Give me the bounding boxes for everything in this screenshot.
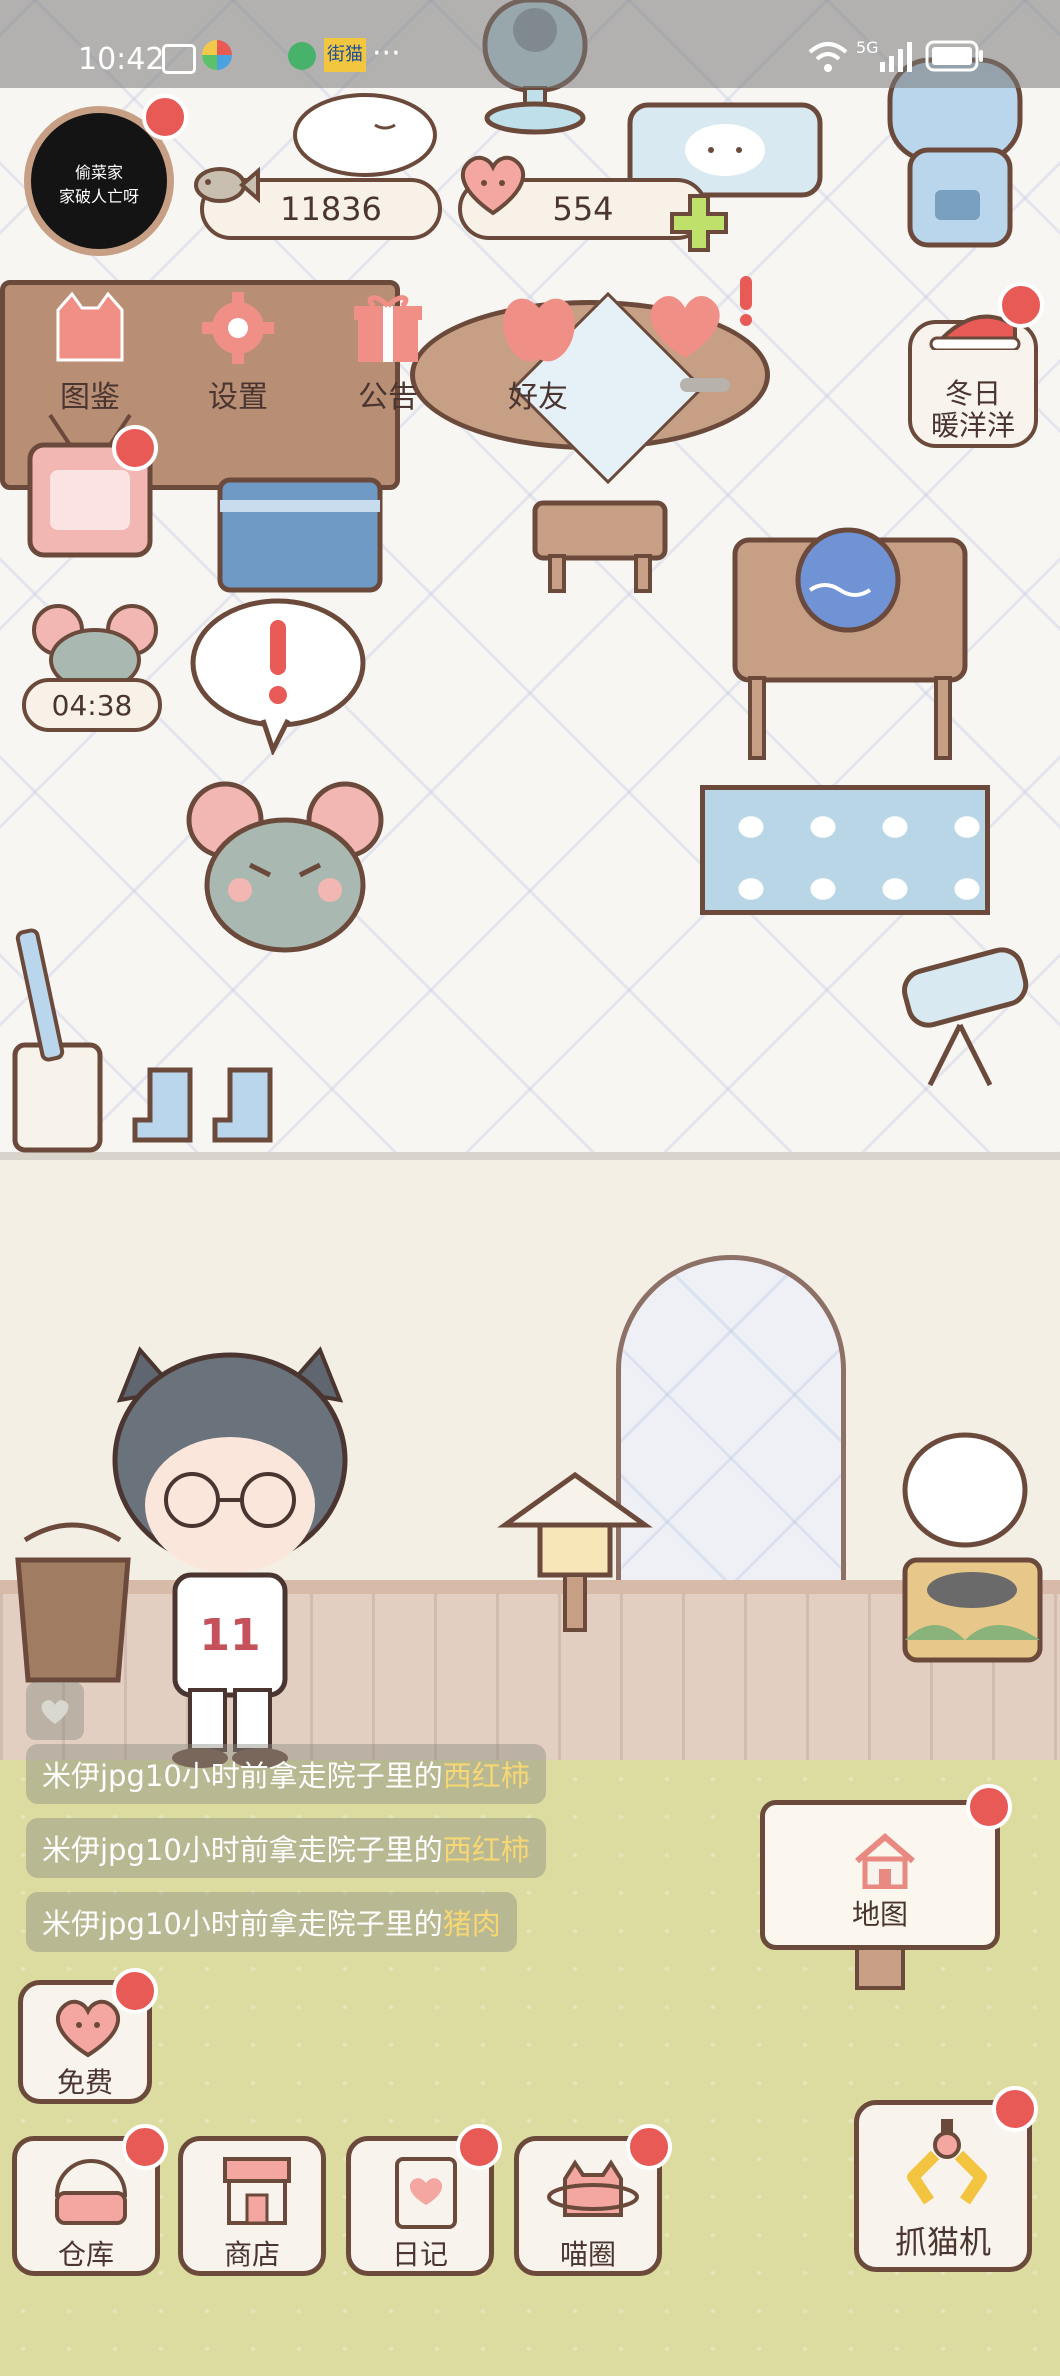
rain-boots[interactable]	[130, 1060, 310, 1160]
feed-item: 猪肉	[442, 1907, 501, 1941]
menu-settings-button[interactable]: 设置	[178, 280, 298, 420]
feed-item: 西红柿	[442, 1833, 530, 1867]
fish-icon	[194, 166, 260, 204]
cat-face-icon	[56, 291, 124, 362]
tmall-app-icon: 街猫	[324, 38, 366, 72]
fish-currency-value: 11836	[280, 190, 382, 228]
mouse-timer-value: 04:38	[51, 688, 133, 722]
heart-chat-icon	[650, 295, 720, 358]
event-notification-dot	[998, 282, 1044, 328]
signal-icon	[880, 42, 912, 72]
network-type: 5G	[856, 38, 879, 57]
diary-notification-dot	[456, 2124, 502, 2170]
menu-messages-button[interactable]	[630, 280, 740, 400]
feed-toggle-button[interactable]	[26, 1682, 84, 1740]
claw-icon	[907, 2119, 987, 2205]
map-button[interactable]: 地图	[760, 1800, 1000, 1950]
feed-line: 米伊jpg10小时前拿走院子里的 西红柿	[26, 1818, 546, 1878]
event-line2: 暖洋洋	[930, 409, 1015, 442]
tv-notification-icon	[162, 44, 196, 74]
grumpy-mouse-creature[interactable]	[185, 780, 385, 960]
wooden-stool[interactable]	[530, 498, 670, 598]
exclamation-alert-icon	[740, 276, 752, 326]
cat-circle-label: 喵圈	[559, 2238, 616, 2271]
menu-announcement-button[interactable]: 公告	[328, 280, 448, 420]
app-notification-icon	[202, 40, 232, 70]
feed-line: 米伊jpg10小时前拿走院子里的 西红柿	[26, 1744, 546, 1804]
feed-text: 米伊jpg10小时前拿走院子里的	[42, 1759, 443, 1793]
wooden-bucket[interactable]	[10, 1520, 135, 1690]
feed-line: 米伊jpg10小时前拿走院子里的 猪肉	[26, 1892, 517, 1952]
diary-icon	[395, 2157, 457, 2229]
warehouse-label: 仓库	[57, 2238, 114, 2271]
free-notification-dot	[112, 1968, 158, 2014]
cat-circle-notification-dot	[626, 2124, 672, 2170]
friends-icon	[503, 298, 575, 362]
feed-item: 西红柿	[442, 1759, 530, 1793]
profile-notification-dot	[142, 94, 188, 140]
house-icon	[855, 1833, 915, 1889]
blue-bag-furniture[interactable]	[215, 465, 385, 595]
claw-notification-dot	[992, 2086, 1038, 2132]
heart-face-icon	[55, 1999, 121, 2058]
avatar-text-line1: 偷菜家	[74, 163, 123, 182]
avatar-text-line2: 家破人亡呀	[58, 187, 139, 206]
polka-dot-rug[interactable]	[700, 785, 990, 915]
gift-icon	[354, 295, 422, 362]
shop-button[interactable]: 商店	[178, 2136, 326, 2276]
shop-label: 商店	[223, 2238, 280, 2271]
warehouse-icon	[54, 2159, 128, 2225]
messages-indicator-bar	[680, 378, 730, 392]
wifi-icon	[808, 42, 848, 72]
alert-speech-bubble[interactable]	[188, 595, 368, 755]
claw-machine-label: 抓猫机	[894, 2223, 991, 2261]
menu-announcement-label: 公告	[358, 380, 418, 415]
menu-friends-button[interactable]: 好友	[478, 280, 598, 420]
gramophone[interactable]	[890, 1430, 1050, 1680]
cat-planet-icon	[547, 2159, 639, 2217]
heart-icon	[460, 155, 526, 216]
event-line1: 冬日	[944, 377, 1001, 410]
shop-icon	[223, 2157, 291, 2225]
side-table-fishbowl[interactable]	[730, 520, 970, 770]
green-app-icon	[288, 42, 316, 70]
free-label: 免费	[56, 2066, 113, 2099]
battery-icon	[925, 40, 983, 72]
status-bar: 10:42 街猫 ··· 5G	[0, 0, 1060, 88]
clock: 10:42	[78, 42, 165, 77]
jersey-number: 11	[199, 1610, 260, 1661]
more-notifications-icon: ···	[372, 36, 401, 71]
player-character[interactable]: 11	[100, 1340, 360, 1770]
menu-collection-button[interactable]: 图鉴	[30, 280, 150, 420]
mouse-timer[interactable]: 04:38	[22, 678, 162, 732]
feed-text: 米伊jpg10小时前拿走院子里的	[42, 1907, 443, 1941]
mouse-timer-icon	[32, 604, 158, 690]
map-label: 地图	[851, 1898, 908, 1931]
map-notification-dot	[966, 1784, 1012, 1830]
add-currency-plus-icon[interactable]	[668, 192, 730, 254]
telescope-furniture[interactable]	[890, 935, 1040, 1095]
heart-outline-icon	[41, 1700, 69, 1724]
garden-lamp[interactable]	[495, 1465, 655, 1645]
feed-text: 米伊jpg10小时前拿走院子里的	[42, 1833, 443, 1867]
heart-currency-value: 554	[552, 190, 614, 228]
warehouse-notification-dot	[122, 2124, 168, 2170]
menu-friends-label: 好友	[508, 380, 568, 415]
umbrella-stand[interactable]	[0, 920, 110, 1160]
menu-settings-label: 设置	[208, 380, 268, 415]
gear-icon	[202, 292, 274, 364]
diary-label: 日记	[391, 2238, 448, 2271]
menu-collection-label: 图鉴	[60, 380, 120, 415]
tv-notification-dot	[112, 425, 158, 471]
